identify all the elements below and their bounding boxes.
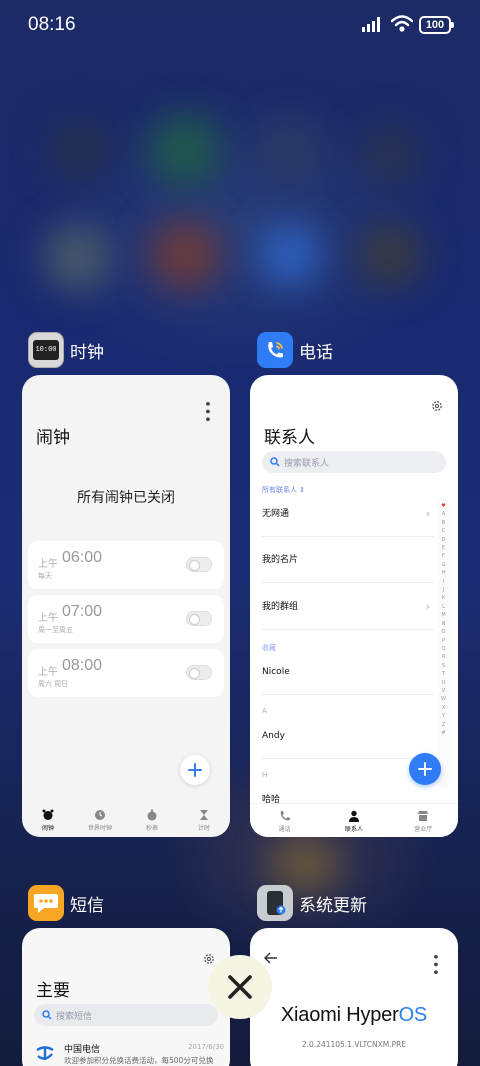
wallpaper-blur: [150, 220, 220, 290]
plus-icon: [188, 763, 202, 777]
message-item[interactable]: 中国电信 2017/6/30 欢迎参加积分兑换话费活动，每500分可兑换: [34, 1040, 224, 1066]
app-header-phone[interactable]: 电话: [257, 332, 333, 368]
app-name: 短信: [70, 895, 104, 916]
search-icon: [42, 1010, 52, 1020]
page-title: 联系人: [264, 428, 315, 448]
wallpaper-blur: [360, 125, 420, 185]
status-time: 08:16: [28, 14, 76, 35]
alarm-time: 07:00: [62, 603, 103, 620]
message-preview: 欢迎参加积分兑换话费活动，每500分可兑换: [64, 1056, 214, 1065]
message-sender: 中国电信: [64, 1045, 101, 1055]
app-header-system-update[interactable]: 系统更新: [257, 885, 367, 921]
alarm-toggle[interactable]: [186, 611, 212, 626]
chevron-right-icon: ›: [425, 507, 430, 520]
app-name: 时钟: [70, 342, 104, 363]
clock-app-icon: 10:00: [28, 332, 64, 368]
empty-state-text: 所有闹钟已关闭: [77, 490, 175, 506]
world-clock-icon: [95, 810, 105, 820]
store-icon: [418, 811, 429, 821]
alarm-item[interactable]: 上午 07:00 周一至周五: [28, 595, 224, 643]
system-update-app-card[interactable]: ••• Xiaomi HyperOS 2.0.241105.1.VLTCNXM.…: [250, 928, 458, 1066]
wallpaper-blur: [270, 840, 340, 890]
contact-row[interactable]: Andy: [262, 713, 434, 759]
battery-indicator: 100: [419, 16, 454, 34]
alarm-repeat: 每天: [38, 572, 52, 580]
tab-store[interactable]: 营业厅: [389, 804, 458, 837]
search-icon: [270, 457, 280, 467]
clock-tab-bar: 闹钟 世界时钟 秒表 计时: [22, 803, 230, 837]
search-input[interactable]: 搜索联系人: [262, 451, 446, 473]
list-item[interactable]: 我的名片: [262, 537, 434, 583]
wallpaper-blur: [150, 115, 220, 185]
phone-icon: [280, 811, 290, 821]
system-update-app-icon: [257, 885, 293, 921]
alarm-item[interactable]: 上午 08:00 周六 周日: [28, 649, 224, 697]
stopwatch-icon: [147, 809, 157, 821]
app-name: 系统更新: [299, 895, 367, 916]
add-contact-button[interactable]: [409, 753, 441, 785]
clock-app-card[interactable]: ••• 闹钟 所有闹钟已关闭 上午 06:00 每天 上午 07:00 周一至周…: [22, 375, 230, 837]
timer-icon: [200, 810, 208, 820]
chevron-right-icon: ›: [425, 600, 430, 613]
settings-gear-icon[interactable]: [431, 400, 443, 412]
phone-tab-bar: 通话 联系人 营业厅: [250, 803, 458, 837]
tab-timer[interactable]: 计时: [179, 803, 229, 837]
tab-calls[interactable]: 通话: [250, 804, 319, 837]
phone-app-icon: [257, 332, 293, 368]
tab-contacts[interactable]: 联系人: [319, 804, 388, 837]
signal-icon: [362, 17, 380, 32]
message-date: 2017/6/30: [188, 1043, 224, 1051]
search-input[interactable]: 搜索短信: [34, 1004, 218, 1026]
wifi-icon: [391, 15, 413, 32]
page-title: 主要: [36, 981, 70, 1001]
wallpaper-blur: [360, 225, 420, 285]
alarm-toggle[interactable]: [186, 665, 212, 680]
alarm-time: 06:00: [62, 549, 103, 566]
alarm-time: 08:00: [62, 657, 103, 674]
alarm-repeat: 周一至周五: [38, 626, 73, 634]
tab-world-clock[interactable]: 世界时钟: [75, 803, 125, 837]
tab-alarm[interactable]: 闹钟: [23, 803, 73, 837]
status-bar: 08:16 100: [0, 0, 480, 50]
app-header-clock[interactable]: 10:00 时钟: [28, 332, 104, 368]
more-icon[interactable]: •••: [427, 953, 442, 976]
version-text: 2.0.241105.1.VLTCNXM.PRE: [301, 1040, 407, 1049]
list-item[interactable]: 无网通 ›: [262, 491, 434, 537]
add-alarm-button[interactable]: [180, 755, 210, 785]
messages-app-icon: [28, 885, 64, 921]
back-arrow-icon[interactable]: [264, 952, 278, 964]
page-title: 闹钟: [36, 428, 70, 448]
more-icon[interactable]: •••: [199, 400, 214, 423]
hyperos-logo: Xiaomi HyperOS: [280, 1004, 428, 1026]
wallpaper-blur: [50, 120, 110, 180]
messages-app-card[interactable]: 主要 搜索短信 中国电信 2017/6/30 欢迎参加积分兑换话费活动，每500…: [22, 928, 230, 1066]
contacts-icon: [348, 810, 359, 822]
alarm-toggle[interactable]: [186, 557, 212, 572]
wallpaper-blur: [45, 225, 110, 290]
contact-row[interactable]: Nicole: [262, 649, 434, 695]
wallpaper-blur: [260, 225, 320, 285]
phone-app-card[interactable]: 联系人 搜索联系人 所有联系人 ⇕ 无网通 › 我的名片 我的群组 › 收藏 Nic…: [250, 375, 458, 837]
app-header-messages[interactable]: 短信: [28, 885, 104, 921]
alarm-repeat: 周六 周日: [38, 680, 69, 688]
list-item[interactable]: 我的群组 ›: [262, 584, 434, 630]
plus-icon: [418, 762, 432, 776]
alphabet-index[interactable]: ♥ AB CD EF GH IJ KL MN OP QR ST UV WX YZ…: [438, 499, 449, 789]
alarm-icon: [42, 809, 54, 820]
clear-all-button[interactable]: [208, 955, 272, 1019]
alarm-item[interactable]: 上午 06:00 每天: [28, 541, 224, 589]
wallpaper-blur: [260, 120, 320, 180]
app-name: 电话: [299, 342, 333, 363]
tab-stopwatch[interactable]: 秒表: [127, 803, 177, 837]
china-telecom-logo-icon: [36, 1046, 54, 1060]
close-icon: [228, 975, 252, 999]
settings-gear-icon[interactable]: [203, 953, 215, 965]
